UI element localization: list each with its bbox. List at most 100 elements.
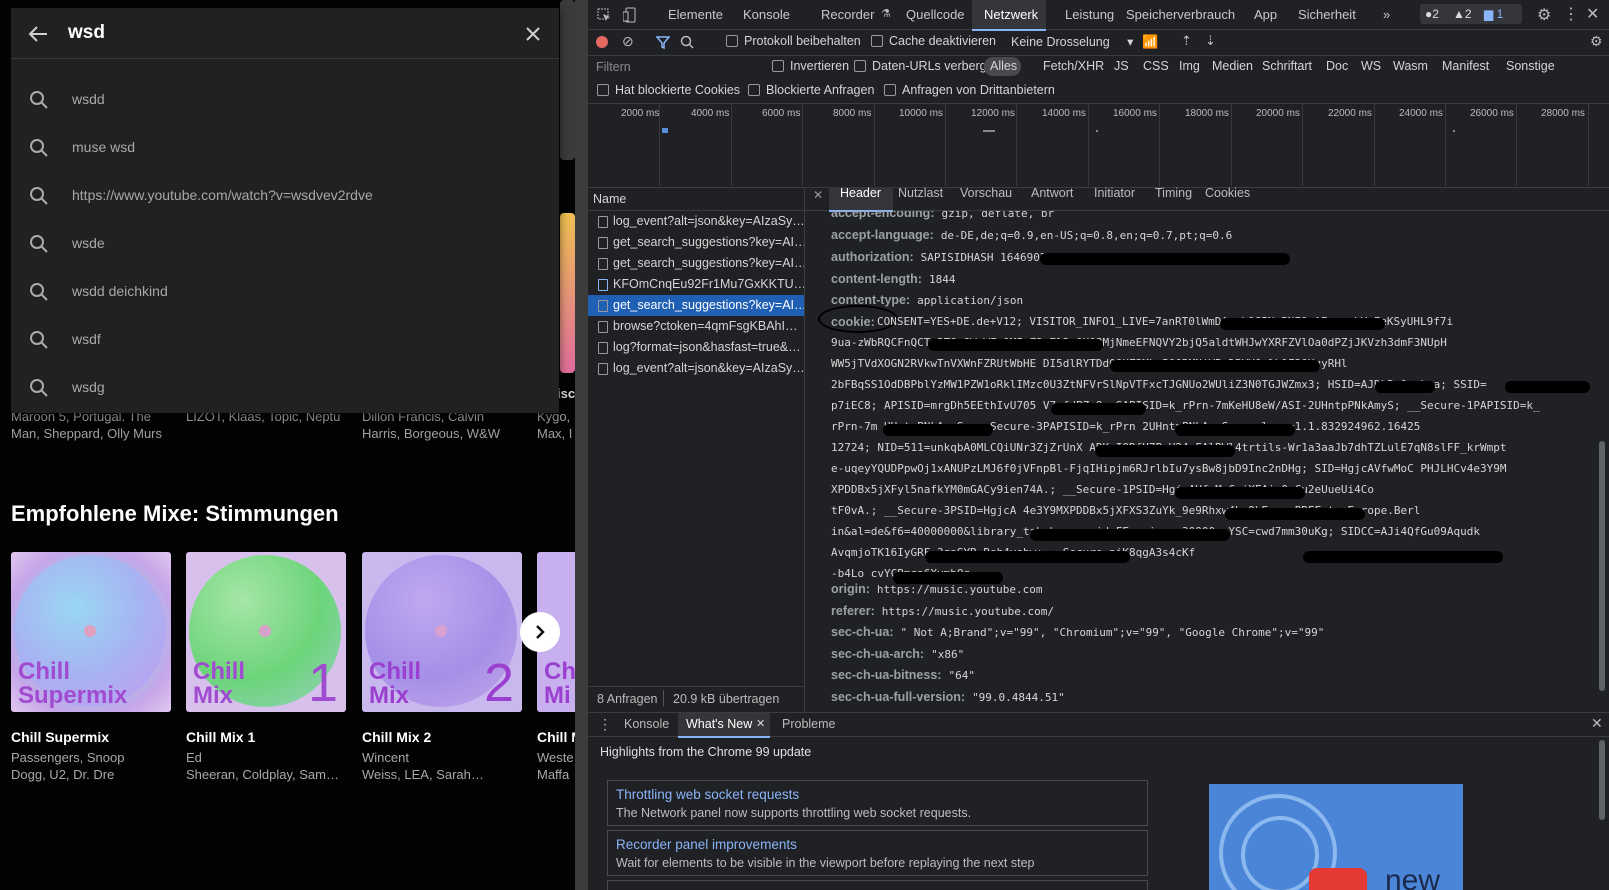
close-drawer-icon[interactable]: ✕: [1591, 715, 1603, 732]
filter-type-manifest[interactable]: Manifest: [1442, 59, 1489, 73]
filter-type-css[interactable]: CSS: [1143, 59, 1169, 73]
whats-new-card[interactable]: Recorder panel improvements Wait for ele…: [607, 830, 1148, 876]
record-icon[interactable]: [596, 36, 608, 48]
search-input[interactable]: wsd: [68, 22, 105, 44]
throttling-select[interactable]: Keine Drosselung ▾: [1011, 34, 1133, 49]
disable-cache-checkbox[interactable]: Cache deaktivieren: [871, 34, 996, 48]
drawer-tab-whats-new[interactable]: What's New: [686, 717, 752, 731]
filter-type-font[interactable]: Schriftart: [1262, 59, 1312, 73]
panel-divider[interactable]: [575, 0, 588, 890]
request-row[interactable]: get_search_suggestions?key=AI…: [588, 295, 804, 316]
timeline-overview[interactable]: [588, 103, 1609, 188]
detail-tab-headers[interactable]: Header: [840, 186, 881, 200]
preserve-log-checkbox[interactable]: Protokoll beibehalten: [726, 34, 861, 48]
header-row: accept-encoding: gzip, deflate, br: [831, 211, 1055, 220]
whats-new-promo-image[interactable]: new: [1209, 784, 1463, 890]
filter-type-js[interactable]: JS: [1114, 59, 1129, 73]
filter-type-media[interactable]: Medien: [1212, 59, 1253, 73]
filter-type-wasm[interactable]: Wasm: [1393, 59, 1428, 73]
whats-new-card[interactable]: [607, 880, 1148, 890]
tab-elements[interactable]: Elemente: [668, 7, 723, 22]
search-icon[interactable]: [680, 35, 694, 49]
mix-card-art[interactable]: Chill Supermix: [11, 552, 171, 712]
blocked-requests-checkbox[interactable]: Blockierte Anfragen: [748, 83, 874, 97]
mix-title[interactable]: Chill Supermix: [11, 729, 109, 745]
blocked-cookies-checkbox[interactable]: Hat blockierte Cookies: [597, 83, 740, 97]
detail-tab-payload[interactable]: Nutzlast: [898, 186, 943, 200]
drawer-menu-icon[interactable]: ⋮: [598, 716, 612, 733]
search-suggestion[interactable]: https://www.youtube.com/watch?v=wsdvev2r…: [11, 172, 559, 220]
search-suggestion[interactable]: muse wsd: [11, 124, 559, 172]
search-suggestion[interactable]: wsdd: [11, 76, 559, 124]
drawer-tab-issues[interactable]: Probleme: [782, 717, 836, 731]
tab-security[interactable]: Sicherheit: [1298, 7, 1356, 22]
more-tabs-icon[interactable]: »: [1383, 7, 1390, 22]
close-tab-icon[interactable]: ✕: [756, 717, 765, 730]
request-row[interactable]: KFOmCnqEu92Fr1Mu7GxKKTU…: [588, 274, 804, 295]
carousel-next-button[interactable]: [520, 612, 560, 652]
import-har-icon[interactable]: ⇡: [1181, 33, 1192, 49]
mix-title[interactable]: Chill Mix 1: [186, 729, 255, 745]
search-icon: [30, 235, 48, 253]
detail-tab-preview[interactable]: Vorschau: [960, 186, 1012, 200]
filter-type-all[interactable]: Alles: [990, 59, 1017, 73]
mix-card-art[interactable]: Chill Mix 1: [186, 552, 346, 712]
whats-new-card[interactable]: Throttling web socket requests The Netwo…: [607, 780, 1148, 826]
filter-type-ws[interactable]: WS: [1361, 59, 1381, 73]
tab-network[interactable]: Netzwerk: [984, 7, 1038, 22]
card-title[interactable]: Recorder panel improvements: [616, 837, 797, 852]
clear-icon[interactable]: ⊘: [622, 33, 634, 50]
filter-icon[interactable]: [656, 36, 670, 49]
drawer-tab-console[interactable]: Konsole: [624, 717, 669, 731]
filter-type-img[interactable]: Img: [1179, 59, 1200, 73]
headers-scrollbar[interactable]: [1598, 211, 1606, 691]
search-suggestion[interactable]: wsde: [11, 220, 559, 268]
tab-memory[interactable]: Speicherverbrauch: [1126, 7, 1235, 22]
kebab-menu-icon[interactable]: ⋮: [1563, 4, 1579, 24]
mix-title[interactable]: Chill M: [537, 729, 575, 745]
filter-type-fetch-xhr[interactable]: Fetch/XHR: [1043, 59, 1104, 73]
filter-type-other[interactable]: Sonstige: [1506, 59, 1555, 73]
tab-sources[interactable]: Quellcode: [906, 7, 965, 22]
detail-tab-response[interactable]: Antwort: [1031, 186, 1073, 200]
hide-data-urls-checkbox[interactable]: Daten-URLs verbergen: [854, 59, 1001, 73]
back-arrow-icon[interactable]: [28, 25, 48, 43]
close-icon[interactable]: [525, 26, 541, 42]
request-row[interactable]: log?format=json&hasfast=true&…: [588, 337, 804, 358]
network-settings-gear-icon[interactable]: ⚙: [1590, 33, 1603, 50]
close-detail-icon[interactable]: ✕: [813, 188, 823, 202]
mix-title[interactable]: Chill Mix 2: [362, 729, 431, 745]
inspect-element-icon[interactable]: [597, 8, 611, 22]
request-row[interactable]: browse?ctoken=4qmFsgKBAhI…: [588, 316, 804, 337]
mix-card-art[interactable]: Chill Mix 2: [362, 552, 522, 712]
search-suggestion[interactable]: wsdf: [11, 316, 559, 364]
name-column-header[interactable]: Name: [588, 187, 805, 211]
detail-tab-timing[interactable]: Timing: [1155, 186, 1192, 200]
timeline-tick: 18000 ms: [1185, 108, 1229, 119]
invert-checkbox[interactable]: Invertieren: [772, 59, 849, 73]
filter-type-doc[interactable]: Doc: [1326, 59, 1348, 73]
detail-tab-initiator[interactable]: Initiator: [1094, 186, 1135, 200]
filter-input[interactable]: Filtern: [592, 58, 760, 76]
request-row[interactable]: get_search_suggestions?key=AI…: [588, 253, 804, 274]
timeline-tick: 20000 ms: [1256, 108, 1300, 119]
tab-performance[interactable]: Leistung: [1065, 7, 1114, 22]
search-suggestion[interactable]: wsdg: [11, 364, 559, 412]
third-party-checkbox[interactable]: Anfragen von Drittanbietern: [884, 83, 1055, 97]
search-suggestion[interactable]: wsdd deichkind: [11, 268, 559, 316]
settings-gear-icon[interactable]: ⚙: [1537, 5, 1551, 25]
export-har-icon[interactable]: ⇣: [1205, 33, 1216, 49]
request-row[interactable]: get_search_suggestions?key=AI…: [588, 232, 804, 253]
card-title[interactable]: Throttling web socket requests: [616, 787, 799, 802]
drawer-scrollbar[interactable]: [1598, 740, 1606, 890]
tab-console[interactable]: Konsole: [743, 7, 790, 22]
tab-recorder[interactable]: Recorder: [821, 7, 874, 22]
request-row[interactable]: log_event?alt=json&key=AIzaSy…: [588, 358, 804, 379]
network-conditions-icon[interactable]: 📶: [1142, 34, 1158, 50]
tab-application[interactable]: App: [1254, 7, 1277, 22]
detail-tab-cookies[interactable]: Cookies: [1205, 186, 1250, 200]
issues-counter[interactable]: ●2 ▲2 ▆ 1: [1420, 4, 1522, 24]
request-row[interactable]: log_event?alt=json&key=AIzaSy…: [588, 211, 804, 232]
device-toolbar-icon[interactable]: [623, 7, 637, 23]
close-devtools-icon[interactable]: ✕: [1586, 4, 1599, 24]
